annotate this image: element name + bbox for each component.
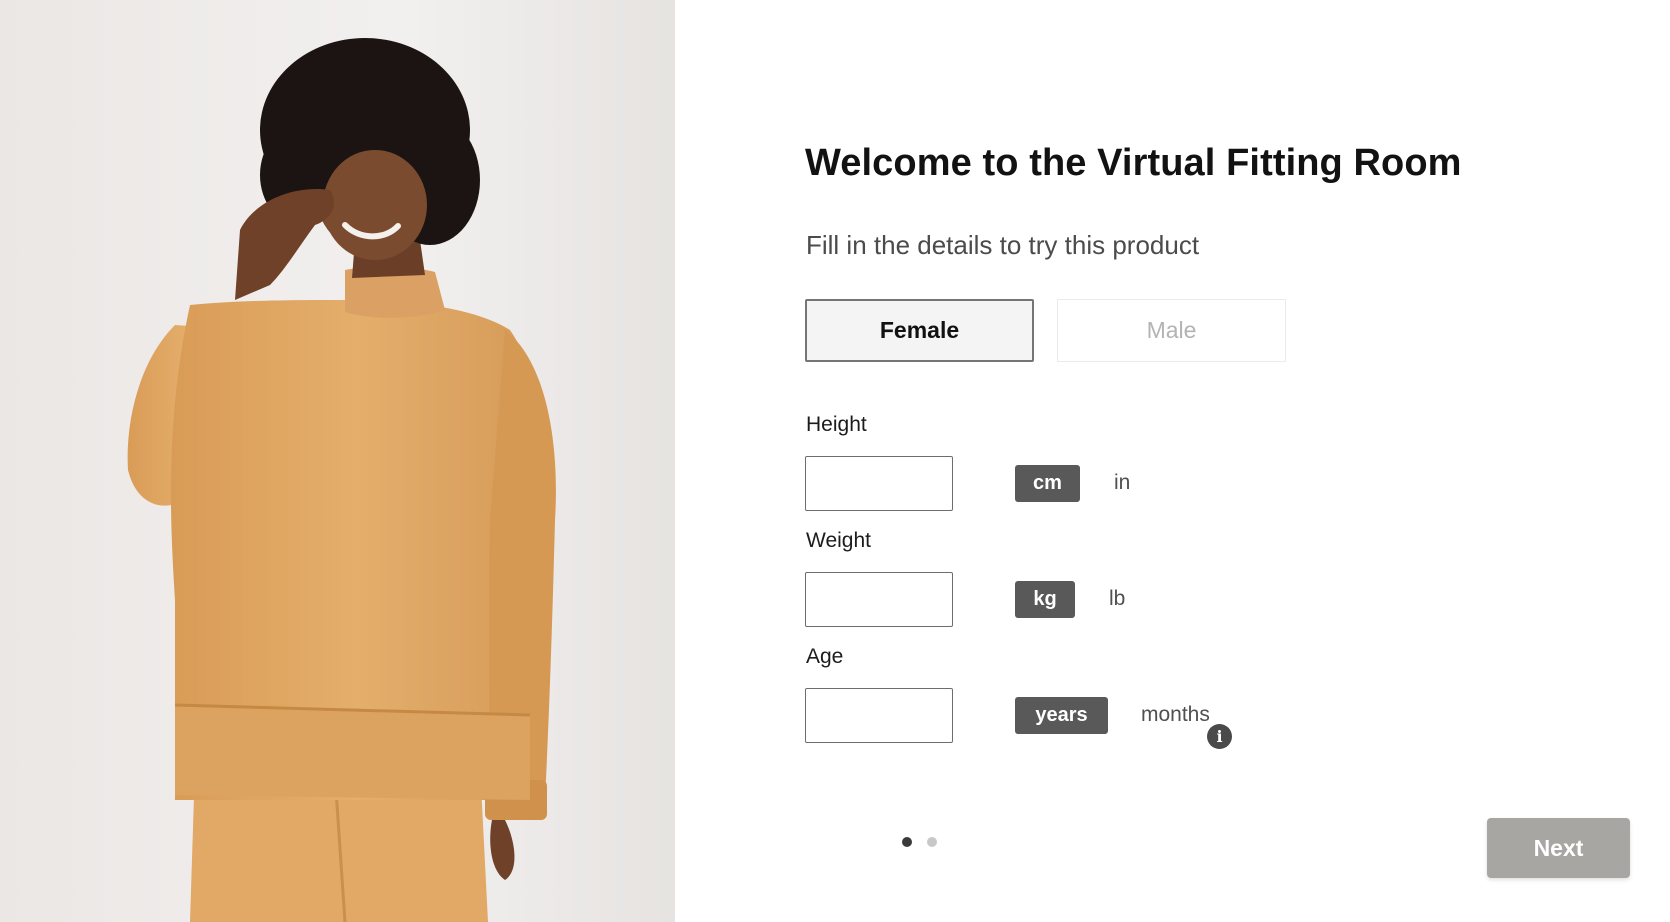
weight-label: Weight xyxy=(806,529,871,552)
weight-input[interactable] xyxy=(805,572,953,627)
age-unit-years-toggle[interactable]: years xyxy=(1015,697,1108,734)
pagination-dot-active xyxy=(902,837,912,847)
page-subtitle: Fill in the details to try this product xyxy=(806,230,1200,260)
model-photo-icon xyxy=(0,0,675,922)
weight-unit-kg-toggle[interactable]: kg xyxy=(1015,581,1075,618)
age-label: Age xyxy=(806,645,844,668)
page-title: Welcome to the Virtual Fitting Room xyxy=(805,142,1462,184)
fitting-room-form: Welcome to the Virtual Fitting Room Fill… xyxy=(675,0,1670,922)
height-label: Height xyxy=(806,413,867,436)
next-button[interactable]: Next xyxy=(1487,818,1630,878)
height-unit-in-toggle[interactable]: in xyxy=(1114,471,1130,495)
hero-photo xyxy=(0,0,675,922)
age-unit-months-toggle[interactable]: months xyxy=(1141,703,1210,727)
height-input[interactable] xyxy=(805,456,953,511)
info-icon[interactable]: i xyxy=(1207,724,1232,749)
gender-female-button[interactable]: Female xyxy=(805,299,1034,362)
weight-unit-lb-toggle[interactable]: lb xyxy=(1109,587,1125,611)
gender-male-button[interactable]: Male xyxy=(1057,299,1286,362)
height-unit-cm-toggle[interactable]: cm xyxy=(1015,465,1080,502)
pagination-dot-inactive xyxy=(927,837,937,847)
age-input[interactable] xyxy=(805,688,953,743)
